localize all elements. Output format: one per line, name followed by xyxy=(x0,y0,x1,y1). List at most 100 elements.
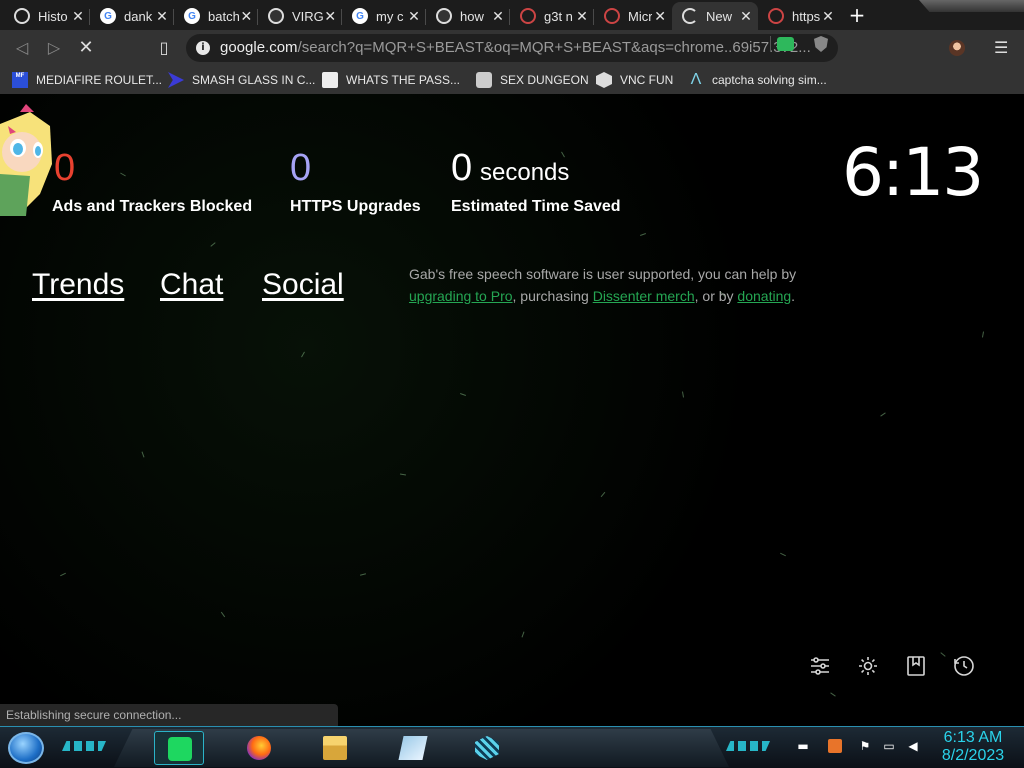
taskbar-app-spotify[interactable] xyxy=(154,731,204,765)
screen: Histo ✕ G dank ✕ G batch ✕ VIRG ✕ G my c… xyxy=(0,0,1024,768)
bookmark-icon[interactable]: ▯ xyxy=(154,38,174,58)
cube-app-icon xyxy=(475,736,499,760)
tab-g3t[interactable]: g3t n ✕ xyxy=(510,2,594,30)
ads-blocked-label: Ads and Trackers Blocked xyxy=(52,198,253,215)
address-host: google.com xyxy=(220,39,298,56)
keyboard-icon[interactable]: ▬ xyxy=(796,739,810,753)
browser-toolbar: ◁ ▷ ✕ ▯ i google.com/search?q=MQR+S+BEAS… xyxy=(0,30,1024,66)
profile-avatar[interactable] xyxy=(949,40,965,56)
settings-icon[interactable] xyxy=(856,654,880,678)
time-saved-unit: seconds xyxy=(480,159,570,186)
tab-title: how xyxy=(460,8,484,24)
https-upgrades-label: HTTPS Upgrades xyxy=(290,198,421,215)
cartoon-sticker xyxy=(0,104,52,216)
mediafire-icon: MF xyxy=(12,72,28,88)
tab-title: https xyxy=(792,8,821,24)
notepad-icon xyxy=(398,736,428,760)
network-icon[interactable]: ▭ xyxy=(882,739,896,753)
site-info-icon[interactable]: i xyxy=(196,41,210,55)
close-icon[interactable]: ✕ xyxy=(154,8,170,25)
taskbar: ▬ ⚑ ▭ ◀ 6:13 AM 8/2/2023 xyxy=(0,726,1024,768)
tab-title: batch xyxy=(208,8,239,24)
bookmark-vnc-fun[interactable]: VNC FUN xyxy=(596,70,673,90)
google-icon: G xyxy=(184,8,200,24)
google-icon: G xyxy=(352,8,368,24)
bookmark-captcha[interactable]: Λ captcha solving sim... xyxy=(688,70,827,90)
file-explorer-icon xyxy=(323,736,347,760)
tab-my-c[interactable]: G my c ✕ xyxy=(342,2,426,30)
close-icon[interactable]: ✕ xyxy=(574,8,590,25)
bookmarks-icon[interactable] xyxy=(904,654,928,678)
time-saved-label: Estimated Time Saved xyxy=(451,198,621,215)
google-icon: G xyxy=(100,8,116,24)
promo-text: . xyxy=(791,288,796,304)
close-icon[interactable]: ✕ xyxy=(406,8,422,25)
stop-loading-icon[interactable]: ✕ xyxy=(76,38,96,58)
bookmark-mediafire[interactable]: MF MEDIAFIRE ROULET... xyxy=(12,70,162,90)
address-bar[interactable]: i google.com/search?q=MQR+S+BEAST&oq=MQR… xyxy=(186,34,838,62)
close-icon[interactable]: ✕ xyxy=(652,8,668,25)
address-text[interactable]: google.com/search?q=MQR+S+BEAST&oq=MQR+S… xyxy=(220,39,811,56)
firefox-icon xyxy=(247,736,271,760)
page-icon xyxy=(322,72,338,88)
taskbar-date: 8/2/2023 xyxy=(941,747,1005,764)
history-icon[interactable] xyxy=(952,654,976,678)
bookmark-label: VNC FUN xyxy=(620,73,674,87)
extension-icon[interactable] xyxy=(777,37,794,51)
bookmark-label: SMASH GLASS IN C... xyxy=(192,73,316,87)
https-upgrades-count: 0 xyxy=(290,147,312,189)
history-icon xyxy=(14,8,30,24)
taskbar-app-firefox[interactable] xyxy=(234,731,284,765)
dissenter-merch-link[interactable]: Dissenter merch xyxy=(593,288,695,304)
taskbar-app-notepad[interactable] xyxy=(388,731,438,765)
menu-icon[interactable]: ☰ xyxy=(994,39,1008,57)
clock: 6:13 xyxy=(842,134,984,211)
new-tab-button[interactable]: + xyxy=(846,5,868,25)
bookmark-label: SEX DUNGEON xyxy=(500,73,589,87)
chat-link[interactable]: Chat xyxy=(160,268,223,302)
taskbar-app-cube[interactable] xyxy=(462,731,512,765)
close-icon[interactable]: ✕ xyxy=(820,8,836,25)
forward-icon[interactable]: ▷ xyxy=(44,38,64,58)
bookmark-whats-the-pass[interactable]: WHATS THE PASS... xyxy=(322,70,460,90)
tab-history[interactable]: Histo ✕ xyxy=(4,2,90,30)
tab-virg[interactable]: VIRG ✕ xyxy=(258,2,342,30)
tab-batch[interactable]: G batch ✕ xyxy=(174,2,258,30)
back-icon[interactable]: ◁ xyxy=(12,38,32,58)
taskbar-app-explorer[interactable] xyxy=(310,731,360,765)
promo-text: Gab's free speech software is user suppo… xyxy=(409,266,797,282)
close-icon[interactable]: ✕ xyxy=(323,8,338,25)
promo-text: , or by xyxy=(694,288,738,304)
tab-https[interactable]: https ✕ xyxy=(758,2,840,30)
tab-new[interactable]: New ✕ xyxy=(672,2,758,30)
close-icon[interactable]: ✕ xyxy=(490,8,506,25)
close-icon[interactable]: ✕ xyxy=(70,8,86,25)
tab-how[interactable]: how ✕ xyxy=(426,2,510,30)
donating-link[interactable]: donating xyxy=(737,288,791,304)
address-path: /search?q=MQR+S+BEAST&oq=MQR+S+BEAST&aqs… xyxy=(297,39,811,56)
taskbar-time: 6:13 AM xyxy=(943,729,1003,746)
customize-icon[interactable] xyxy=(808,654,832,678)
bookmark-label: MEDIAFIRE ROULET... xyxy=(36,73,163,87)
promo-text: , purchasing xyxy=(512,288,593,304)
volume-icon[interactable]: ◀ xyxy=(906,739,920,753)
close-icon[interactable]: ✕ xyxy=(738,8,754,25)
bookmark-dungeon[interactable]: SEX DUNGEON xyxy=(476,70,589,90)
tray-app-icon[interactable] xyxy=(828,739,842,753)
start-button[interactable] xyxy=(8,732,44,764)
bookmark-smash-glass[interactable]: SMASH GLASS IN C... xyxy=(168,70,315,90)
divider xyxy=(770,36,771,52)
site-icon xyxy=(768,8,784,24)
tab-title: Histo xyxy=(38,8,68,24)
upgrade-pro-link[interactable]: upgrading to Pro xyxy=(409,288,513,304)
support-message: Gab's free speech software is user suppo… xyxy=(409,263,809,307)
tab-micr[interactable]: Micr ✕ xyxy=(594,2,672,30)
social-link[interactable]: Social xyxy=(262,268,344,302)
close-icon[interactable]: ✕ xyxy=(239,8,254,25)
lambda-icon: Λ xyxy=(690,71,702,88)
flag-icon[interactable]: ⚑ xyxy=(858,739,872,753)
taskbar-clock[interactable]: 6:13 AM 8/2/2023 xyxy=(934,729,1012,765)
trends-link[interactable]: Trends xyxy=(32,268,124,302)
tab-title: my c xyxy=(376,8,404,24)
tab-dank[interactable]: G dank ✕ xyxy=(90,2,174,30)
